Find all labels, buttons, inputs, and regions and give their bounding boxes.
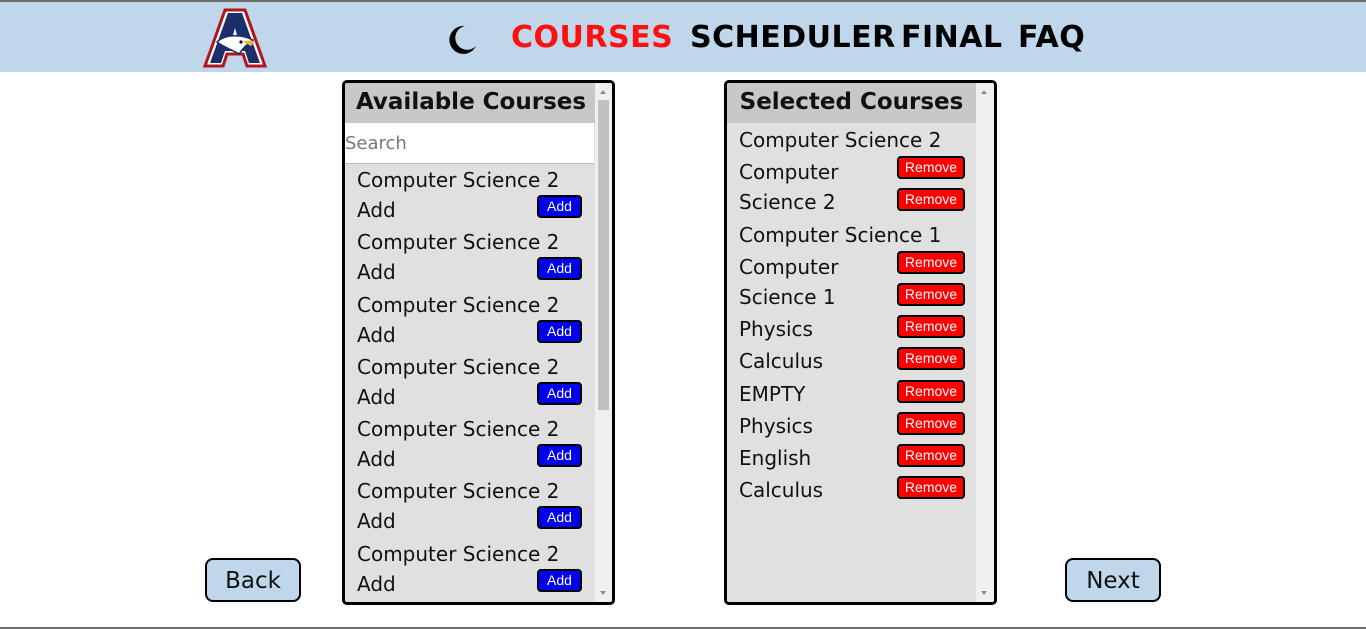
back-button[interactable]: Back	[205, 558, 301, 602]
nav-final[interactable]: FINAL	[901, 18, 1003, 58]
add-course-button[interactable]: Add	[537, 257, 582, 280]
list-item: Computer Science 2 Add Add	[357, 229, 585, 291]
available-courses-panel: Available Courses Computer Science 2 Add…	[342, 80, 615, 605]
remove-course-button[interactable]: Remove	[897, 315, 965, 338]
dark-mode-toggle[interactable]	[443, 22, 479, 58]
scroll-thumb[interactable]	[598, 100, 609, 410]
list-item: Computer Science 2 Add Add	[357, 416, 585, 478]
add-course-button[interactable]: Add	[537, 569, 582, 592]
remove-course-button[interactable]: Remove	[897, 251, 965, 274]
selected-course-text: Science 1	[739, 285, 836, 309]
available-courses-title: Available Courses	[345, 83, 597, 123]
list-item: Computer Science 2 Add Add	[357, 292, 585, 354]
remove-course-button[interactable]: Remove	[897, 476, 965, 499]
selected-course-text: Computer	[739, 255, 839, 279]
nav-courses[interactable]: COURSES	[511, 18, 673, 58]
selected-scrollbar[interactable]	[976, 83, 994, 602]
selected-courses-panel: Selected Courses Computer Science 2 Comp…	[724, 80, 997, 605]
app-header: COURSES SCHEDULER FINAL FAQ	[0, 2, 1366, 72]
course-name: Computer Science 2	[357, 230, 560, 254]
add-course-button[interactable]: Add	[537, 195, 582, 218]
moon-icon	[449, 25, 476, 54]
course-add-text: Add	[357, 509, 396, 533]
add-course-button[interactable]: Add	[537, 444, 582, 467]
remove-course-button[interactable]: Remove	[897, 412, 965, 435]
selected-course-text: Calculus	[739, 349, 824, 373]
list-item: Computer Science 2 Add Add	[357, 541, 585, 602]
remove-course-button[interactable]: Remove	[897, 444, 965, 467]
add-course-button[interactable]: Add	[537, 320, 582, 343]
course-add-text: Add	[357, 323, 396, 347]
course-search-input[interactable]	[345, 123, 594, 164]
course-add-text: Add	[357, 260, 396, 284]
selected-course-text: English	[739, 446, 812, 470]
selected-course-header: Computer Science 1	[739, 223, 942, 247]
course-add-text: Add	[357, 572, 396, 596]
selected-course-text: Physics	[739, 414, 813, 438]
selected-course-text: Physics	[739, 317, 813, 341]
course-name: Computer Science 2	[357, 542, 560, 566]
remove-course-button[interactable]: Remove	[897, 283, 965, 306]
add-course-button[interactable]: Add	[537, 506, 582, 529]
course-name: Computer Science 2	[357, 417, 560, 441]
remove-course-button[interactable]: Remove	[897, 188, 965, 211]
list-item: Computer Science 2 Add Add	[357, 167, 585, 229]
remove-course-button[interactable]: Remove	[897, 380, 965, 403]
course-add-text: Add	[357, 198, 396, 222]
scroll-up-arrow-icon[interactable]	[600, 90, 606, 94]
selected-course-text: Computer	[739, 160, 839, 184]
list-item: Computer Science 2 Add Add	[357, 478, 585, 540]
scroll-down-arrow-icon[interactable]	[600, 591, 606, 595]
selected-course-text: Science 2	[739, 190, 836, 214]
remove-course-button[interactable]: Remove	[897, 347, 965, 370]
selected-course-text: EMPTY	[739, 382, 806, 406]
list-item: Computer Science 2 Add Add	[357, 354, 585, 416]
scroll-up-arrow-icon[interactable]	[981, 90, 987, 94]
course-name: Computer Science 2	[357, 355, 560, 379]
course-name: Computer Science 2	[357, 168, 560, 192]
selected-course-header: Computer Science 2	[739, 128, 942, 152]
course-name: Computer Science 2	[357, 479, 560, 503]
remove-course-button[interactable]: Remove	[897, 156, 965, 179]
course-add-text: Add	[357, 447, 396, 471]
nav-faq[interactable]: FAQ	[1018, 18, 1085, 58]
available-scrollbar[interactable]	[595, 83, 612, 602]
selected-course-text: Calculus	[739, 478, 824, 502]
next-button[interactable]: Next	[1065, 558, 1161, 602]
scroll-down-arrow-icon[interactable]	[981, 591, 987, 595]
course-add-text: Add	[357, 385, 396, 409]
nav-scheduler[interactable]: SCHEDULER	[690, 18, 896, 58]
add-course-button[interactable]: Add	[537, 382, 582, 405]
course-name: Computer Science 2	[357, 293, 560, 317]
selected-courses-title: Selected Courses	[727, 83, 976, 123]
school-logo[interactable]	[202, 8, 268, 70]
